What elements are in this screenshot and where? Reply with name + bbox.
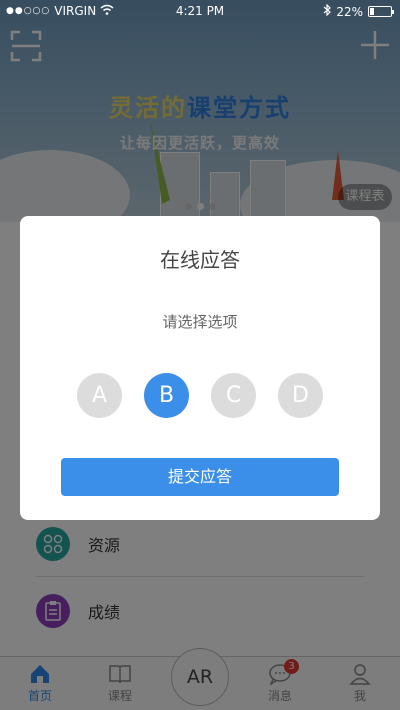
submit-answer-button[interactable]: 提交应答 (61, 458, 339, 496)
dialog-prompt: 请选择选项 (162, 313, 238, 331)
answer-options: A B C D (77, 373, 323, 418)
answer-dialog: 在线应答 请选择选项 A B C D 提交应答 (20, 216, 380, 520)
battery-icon (368, 6, 394, 17)
bluetooth-icon (323, 3, 332, 19)
option-b-button[interactable]: B (144, 373, 189, 418)
dialog-title: 在线应答 (160, 248, 240, 272)
battery-percent: 22% (336, 4, 363, 19)
option-c-button[interactable]: C (211, 373, 256, 418)
option-a-button[interactable]: A (77, 373, 122, 418)
option-d-button[interactable]: D (278, 373, 323, 418)
status-bar: ●●○○○ VIRGIN 4:21 PM 22% (0, 0, 400, 22)
